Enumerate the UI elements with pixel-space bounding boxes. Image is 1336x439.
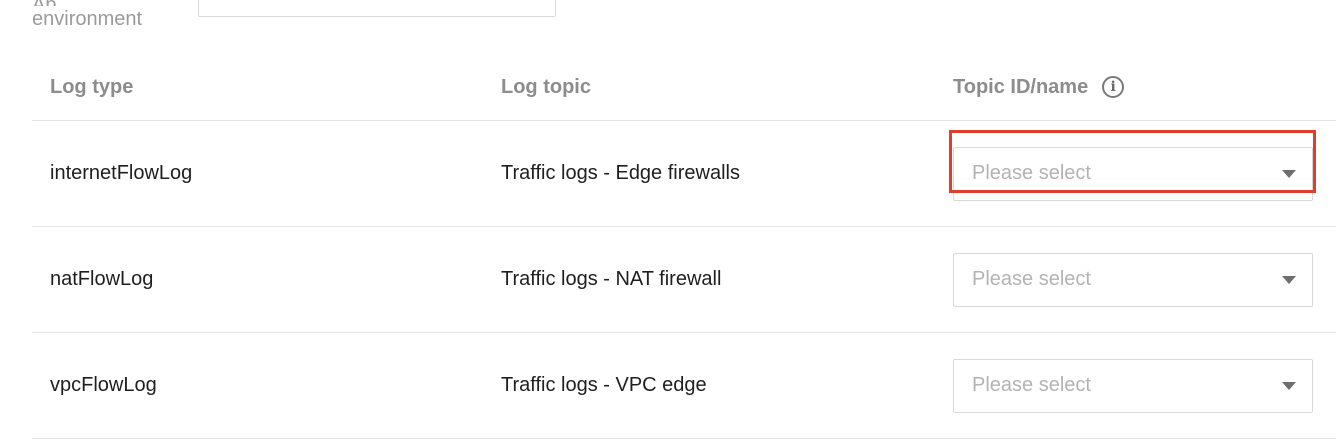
topic-id-select[interactable]: Please select xyxy=(953,146,1313,201)
chevron-down-icon xyxy=(1282,275,1296,284)
log-topic-cell: Traffic logs - NAT firewall xyxy=(501,268,722,290)
table-row: natFlowLog Traffic logs - NAT firewall P… xyxy=(32,227,1336,333)
log-topic-cell: Traffic logs - VPC edge xyxy=(501,374,707,396)
column-header-topic-id: Topic ID/name i xyxy=(953,56,1125,120)
log-config-table: Log type Log topic Topic ID/name i inter… xyxy=(32,56,1336,439)
topic-id-select[interactable]: Please select xyxy=(953,252,1313,307)
topic-id-select[interactable]: Please select xyxy=(953,358,1313,413)
topic-id-select-placeholder: Please select xyxy=(972,374,1091,396)
log-type-cell: natFlowLog xyxy=(50,268,154,290)
log-type-cell: internetFlowLog xyxy=(50,162,193,184)
topic-id-cell: Please select xyxy=(953,121,1313,226)
table-row: internetFlowLog Traffic logs - Edge fire… xyxy=(32,121,1336,227)
topic-id-select-placeholder: Please select xyxy=(972,162,1091,184)
log-type-cell: vpcFlowLog xyxy=(50,374,157,396)
column-header-log-type: Log type xyxy=(50,76,134,98)
log-topic-cell: Traffic logs - Edge firewalls xyxy=(501,162,740,184)
environment-input[interactable] xyxy=(198,0,556,17)
topic-id-cell: Please select xyxy=(953,227,1313,332)
environment-label-line2: environment xyxy=(32,8,143,30)
info-icon[interactable]: i xyxy=(1102,76,1125,98)
environment-label: Ap environment xyxy=(32,0,182,32)
chevron-down-icon xyxy=(1282,169,1296,178)
topic-id-select-placeholder: Please select xyxy=(972,268,1091,290)
table-row: vpcFlowLog Traffic logs - VPC edge Pleas… xyxy=(32,333,1336,439)
column-header-topic-id-label: Topic ID/name xyxy=(953,76,1089,98)
column-header-log-topic: Log topic xyxy=(501,76,591,98)
table-header-row: Log type Log topic Topic ID/name i xyxy=(32,56,1336,121)
topic-id-cell: Please select xyxy=(953,333,1313,438)
chevron-down-icon xyxy=(1282,381,1296,390)
